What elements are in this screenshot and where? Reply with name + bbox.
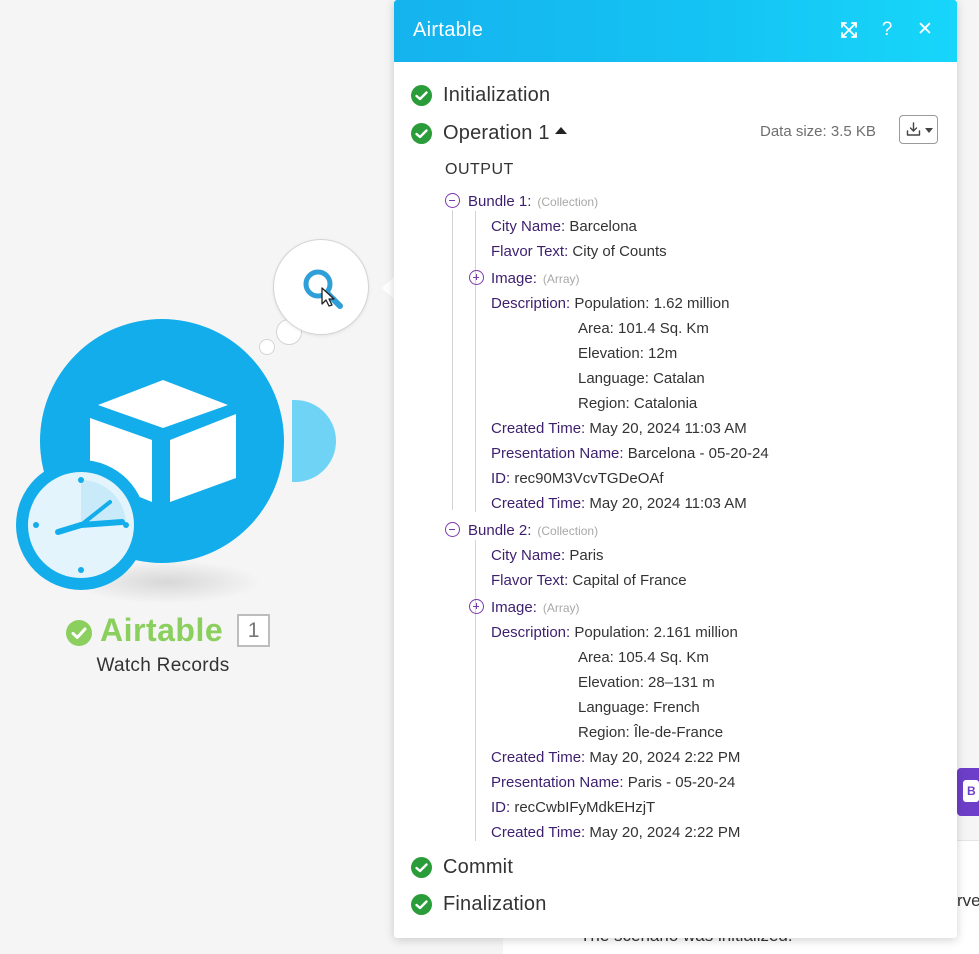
module-success-icon bbox=[66, 620, 92, 646]
description-line: Area: 105.4 Sq. Km bbox=[578, 649, 709, 666]
field-presentation-name: Presentation Name: Paris - 05-20-24 bbox=[491, 774, 736, 791]
field-city-name: City Name: Paris bbox=[491, 547, 604, 564]
step-commit: Commit bbox=[411, 854, 513, 880]
execution-inspector-panel: Airtable ? ✕ Initialization Operation 1 … bbox=[394, 0, 957, 938]
expand-image-icon[interactable] bbox=[469, 599, 484, 614]
clock-icon bbox=[33, 477, 129, 573]
field-presentation-name: Presentation Name: Barcelona - 05-20-24 bbox=[491, 445, 769, 462]
bubble-dot-small bbox=[259, 339, 275, 355]
collapse-bundle-1-icon[interactable] bbox=[445, 193, 460, 208]
close-icon[interactable]: ✕ bbox=[913, 18, 937, 42]
check-icon bbox=[411, 893, 432, 915]
chevron-down-icon bbox=[925, 128, 933, 133]
field-id: ID: recCwbIFyMdkEHzjT bbox=[491, 799, 656, 816]
step-label[interactable]: Operation 1 bbox=[443, 122, 550, 145]
field-city-name: City Name: Barcelona bbox=[491, 218, 637, 235]
collapse-caret-icon[interactable] bbox=[554, 127, 567, 134]
step-finalization: Finalization bbox=[411, 891, 547, 917]
tree-guide-line bbox=[452, 210, 453, 510]
field-description: Description: Population: 2.161 million bbox=[491, 624, 738, 641]
panel-title: Airtable bbox=[413, 19, 484, 41]
operations-count-badge[interactable]: 1 bbox=[237, 613, 271, 647]
check-icon bbox=[411, 84, 432, 106]
tree-guide-line bbox=[475, 211, 476, 512]
collapse-bundle-2-icon[interactable] bbox=[445, 522, 460, 537]
field-created-time: Created Time: May 20, 2024 11:03 AM bbox=[491, 495, 747, 512]
check-icon bbox=[411, 856, 432, 878]
module-title[interactable]: Airtable bbox=[100, 612, 223, 649]
field-description: Description: Population: 1.62 million bbox=[491, 295, 730, 312]
field-created-time: Created Time: May 20, 2024 2:22 PM bbox=[491, 749, 741, 766]
step-operation[interactable]: Operation 1 bbox=[411, 120, 567, 146]
description-line: Region: Catalonia bbox=[578, 395, 698, 412]
module-title-row: Airtable 1 bbox=[66, 611, 271, 649]
module-subtitle: Watch Records bbox=[96, 655, 230, 676]
expand-image-icon[interactable] bbox=[469, 270, 484, 285]
field-created-time: Created Time: May 20, 2024 2:22 PM bbox=[491, 824, 741, 841]
step-label: Finalization bbox=[443, 892, 547, 915]
download-icon bbox=[906, 122, 921, 136]
panel-header: Airtable ? ✕ bbox=[394, 0, 957, 62]
field-created-time: Created Time: May 20, 2024 11:03 AM bbox=[491, 420, 747, 437]
bundle-1-header[interactable]: Bundle 1: (Collection) bbox=[468, 192, 598, 212]
description-line: Language: French bbox=[578, 699, 700, 716]
field-image[interactable]: Image: (Array) bbox=[491, 598, 580, 618]
description-line: Elevation: 12m bbox=[578, 345, 678, 362]
field-id: ID: rec90M3VcvTGDeOAf bbox=[491, 470, 664, 487]
data-size: Data size: 3.5 KB bbox=[760, 123, 876, 140]
scenario-canvas: The scenario was initialized. rve B Airt… bbox=[0, 0, 979, 954]
background-purple-button-label: B bbox=[963, 780, 979, 802]
description-line: Region: Île-de-France bbox=[578, 724, 724, 741]
output-label: OUTPUT bbox=[445, 161, 514, 178]
description-line: Language: Catalan bbox=[578, 370, 705, 387]
step-initialization: Initialization bbox=[411, 82, 550, 108]
background-edge-text: rve bbox=[957, 891, 979, 910]
step-label: Initialization bbox=[443, 83, 551, 106]
field-image[interactable]: Image: (Array) bbox=[491, 269, 580, 289]
expand-icon[interactable] bbox=[837, 18, 861, 42]
field-flavor-text: Flavor Text: Capital of France bbox=[491, 572, 687, 589]
step-label: Commit bbox=[443, 855, 514, 878]
magnifier-icon[interactable] bbox=[298, 264, 346, 312]
description-line: Elevation: 28–131 m bbox=[578, 674, 715, 691]
download-output-button[interactable] bbox=[899, 115, 938, 144]
check-icon bbox=[411, 122, 432, 144]
tree-guide-line bbox=[475, 540, 476, 841]
description-line: Area: 101.4 Sq. Km bbox=[578, 320, 709, 337]
field-flavor-text: Flavor Text: City of Counts bbox=[491, 243, 667, 260]
help-icon[interactable]: ? bbox=[875, 18, 899, 42]
module-connector-handle[interactable] bbox=[292, 400, 336, 482]
bundle-2-header[interactable]: Bundle 2: (Collection) bbox=[468, 521, 598, 541]
